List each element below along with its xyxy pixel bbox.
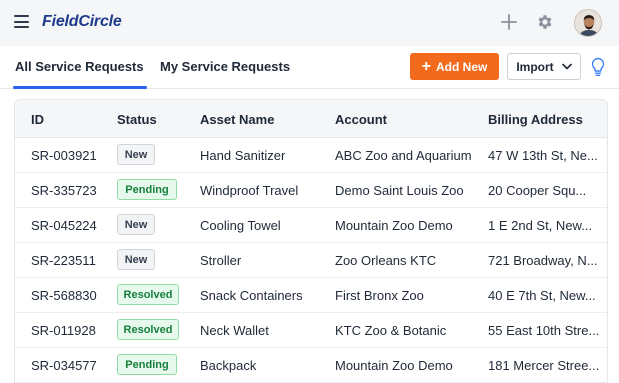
cell-account: KTC Zoo & Botanic	[335, 323, 447, 338]
cell-asset-name: Backpack	[200, 358, 257, 373]
add-new-button[interactable]: + Add New	[410, 53, 499, 80]
table-row[interactable]: SR-223511 Stroller Zoo Orleans KTC 721 Broa…	[15, 243, 607, 278]
lightbulb-icon[interactable]	[590, 57, 606, 77]
cell-id: SR-568830	[31, 288, 97, 303]
cell-asset-name: Hand Sanitizer	[200, 148, 286, 163]
cell-asset-name: Stroller	[200, 253, 242, 268]
cell-account: First Bronx Zoo	[335, 288, 424, 303]
table-row[interactable]: SR-335723 Windproof Travel Demo Saint Loui…	[15, 173, 607, 208]
plus-icon[interactable]	[500, 13, 518, 31]
cell-id: SR-011928	[31, 323, 96, 338]
table-header: ID Status Asset Name Account Billing Add…	[15, 100, 607, 138]
cell-billing-address: 721 Broadway, N...	[488, 253, 598, 268]
chevron-down-icon	[561, 63, 572, 70]
cell-account: ABC Zoo and Aquarium	[335, 148, 472, 163]
table-row[interactable]: SR-568830 Snack Containers First Bronx Zoo…	[15, 278, 607, 313]
add-new-label: Add New	[436, 59, 488, 74]
table-row[interactable]: SR-011928 Neck Wallet KTC Zoo & Botanic 55 …	[15, 313, 607, 348]
cell-account: Mountain Zoo Demo	[335, 358, 453, 373]
cell-id: SR-034577	[31, 358, 97, 373]
import-button[interactable]: Import	[507, 53, 581, 80]
status-badge: Pending	[117, 354, 177, 375]
status-badge: New	[117, 214, 155, 235]
cell-asset-name: Cooling Towel	[200, 218, 281, 233]
tab-my-service-requests[interactable]: My Service Requests	[160, 59, 290, 74]
cell-billing-address: 55 East 10th Stre...	[488, 323, 600, 338]
cell-id: SR-335723	[31, 183, 97, 198]
cell-id: SR-003921	[31, 148, 97, 163]
status-badge: Resolved	[117, 284, 179, 305]
cell-asset-name: Snack Containers	[200, 288, 303, 303]
tab-bar: All Service Requests My Service Requests…	[0, 46, 619, 89]
cell-id: SR-045224	[31, 218, 97, 233]
column-header-account[interactable]: Account	[335, 112, 387, 127]
table-row[interactable]: SR-045224 Cooling Towel Mountain Zoo Demo 1…	[15, 208, 607, 243]
plus-icon: +	[421, 57, 431, 75]
column-header-status[interactable]: Status	[117, 112, 157, 127]
column-header-billing-address[interactable]: Billing Address	[488, 112, 583, 127]
status-badge: New	[117, 249, 155, 270]
service-requests-table: ID Status Asset Name Account Billing Add…	[14, 99, 608, 383]
hamburger-icon[interactable]	[14, 15, 29, 28]
gear-icon[interactable]	[536, 13, 554, 31]
cell-billing-address: 40 E 7th St, New...	[488, 288, 596, 303]
cell-id: SR-223511	[31, 253, 96, 268]
cell-billing-address: 1 E 2nd St, New...	[488, 218, 593, 233]
cell-billing-address: 20 Cooper Squ...	[488, 183, 587, 198]
cell-billing-address: 181 Mercer Stree...	[488, 358, 600, 373]
cell-account: Zoo Orleans KTC	[335, 253, 437, 268]
tab-all-service-requests[interactable]: All Service Requests	[15, 59, 144, 74]
column-header-asset-name[interactable]: Asset Name	[200, 112, 274, 127]
app-logo[interactable]: FieldCircle	[42, 13, 122, 31]
cell-billing-address: 47 W 13th St, Ne...	[488, 148, 598, 163]
active-tab-indicator	[13, 86, 147, 89]
table-row[interactable]: SR-003921 Hand Sanitizer ABC Zoo and Aquar…	[15, 138, 607, 173]
cell-asset-name: Neck Wallet	[200, 323, 269, 338]
avatar[interactable]	[574, 9, 602, 37]
status-badge: Resolved	[117, 319, 179, 340]
top-bar: FieldCircle	[0, 0, 619, 46]
status-badge: Pending	[117, 179, 177, 200]
column-header-id[interactable]: ID	[31, 112, 44, 127]
import-label: Import	[516, 59, 554, 74]
cell-account: Mountain Zoo Demo	[335, 218, 453, 233]
cell-asset-name: Windproof Travel	[200, 183, 299, 198]
status-badge: New	[117, 144, 155, 165]
table-row[interactable]: SR-034577 Backpack Mountain Zoo Demo 181 Me…	[15, 348, 607, 383]
cell-account: Demo Saint Louis Zoo	[335, 183, 464, 198]
